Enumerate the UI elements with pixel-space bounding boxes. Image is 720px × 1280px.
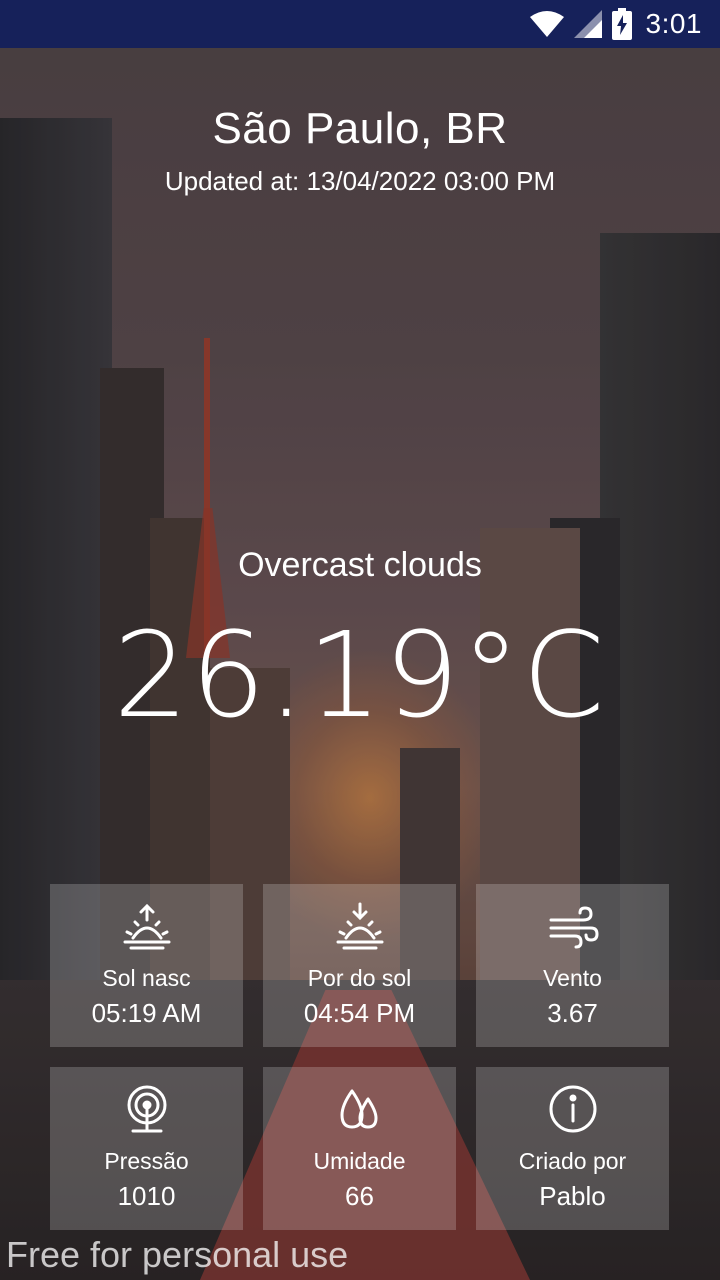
- info-icon: [547, 1085, 599, 1138]
- tile-sunset: Por do sol 04:54 PM: [263, 884, 456, 1047]
- tile-value: 66: [345, 1181, 374, 1211]
- tile-sunrise: Sol nasc 05:19 AM: [50, 884, 243, 1047]
- wifi-icon: [529, 11, 564, 37]
- tile-creator: Criado por Pablo: [476, 1067, 669, 1230]
- signal-icon: [573, 10, 602, 38]
- tile-label: Umidade: [313, 1148, 406, 1174]
- city-name: São Paulo, BR: [212, 104, 508, 153]
- tile-label: Sol nasc: [102, 965, 191, 991]
- tile-wind: Vento 3.67: [476, 884, 669, 1047]
- tile-humidity: Umidade 66: [263, 1067, 456, 1230]
- weather-description: Overcast clouds: [238, 546, 482, 584]
- status-time: 3:01: [645, 8, 702, 39]
- tile-label: Criado por: [518, 1148, 627, 1174]
- updated-at: Updated at: 13/04/2022 03:00 PM: [164, 166, 556, 196]
- tile-value: 3.67: [547, 998, 598, 1028]
- status-bar: 3:01: [0, 0, 720, 48]
- tile-value: 05:19 AM: [91, 998, 202, 1028]
- tile-value: 04:54 PM: [303, 998, 416, 1028]
- humidity-icon: [334, 1085, 386, 1138]
- tile-label: Vento: [543, 965, 602, 991]
- watermark-text: Free for personal use: [6, 1234, 349, 1275]
- sunrise-icon: [121, 902, 173, 955]
- wind-icon: [547, 902, 599, 955]
- tile-value: 1010: [117, 1181, 176, 1211]
- temperature: 26.19°C: [113, 606, 607, 744]
- battery-charging-icon: [611, 8, 632, 40]
- weather-details-grid: Sol nasc 05:19 AM Por do sol 04:54 PM Ve…: [50, 884, 670, 1230]
- tile-pressure: Pressão 1010: [50, 1067, 243, 1230]
- tile-label: Pressão: [104, 1148, 189, 1174]
- pressure-icon: [121, 1085, 173, 1138]
- tile-label: Por do sol: [307, 965, 412, 991]
- sunset-icon: [334, 902, 386, 955]
- tile-value: Pablo: [539, 1181, 606, 1211]
